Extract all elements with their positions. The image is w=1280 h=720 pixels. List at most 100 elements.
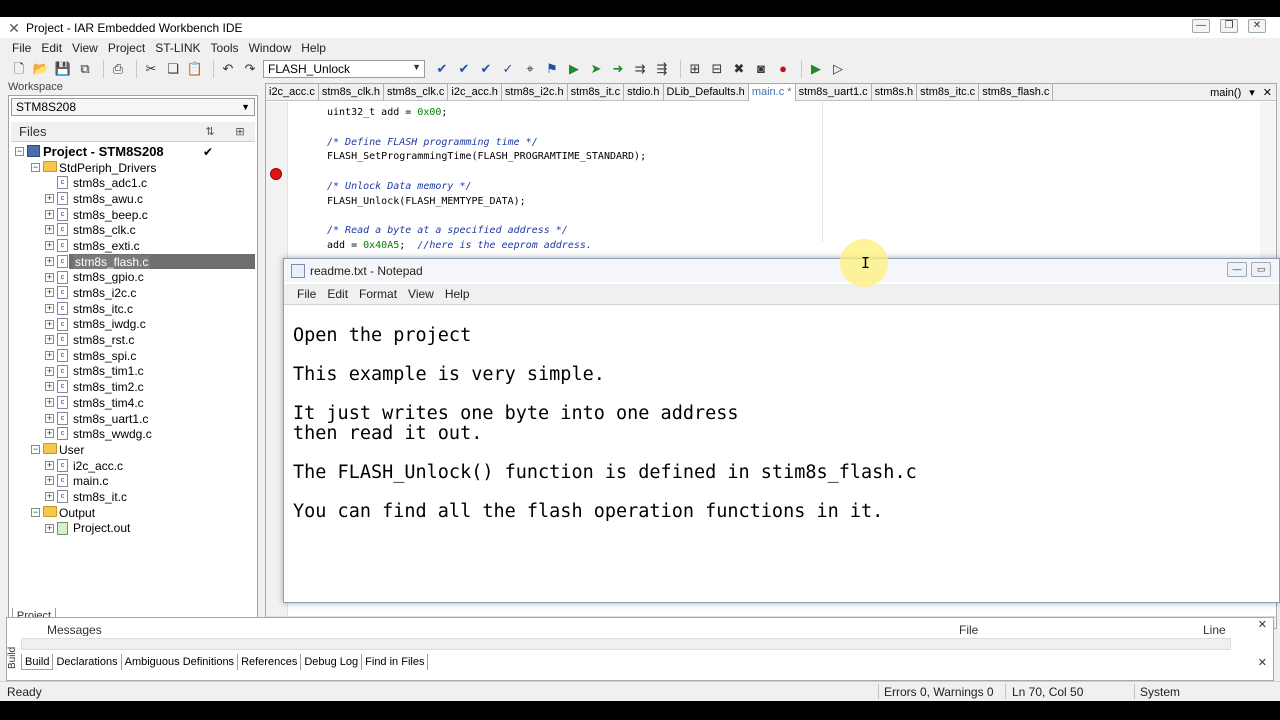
editor-tab[interactable]: stm8s_clk.h xyxy=(319,83,384,101)
expand-icon[interactable]: + xyxy=(45,366,54,376)
tree-file[interactable]: + c i2c_acc.c xyxy=(11,458,255,474)
col-messages[interactable]: Messages xyxy=(47,623,102,636)
expand-icon[interactable]: + xyxy=(45,209,54,219)
editor-tab[interactable]: stm8s_it.c xyxy=(568,83,625,101)
notepad-minimize-button[interactable]: — xyxy=(1227,262,1247,277)
navigate-back-icon[interactable]: ▶ xyxy=(565,60,583,78)
tree-group[interactable]: − User xyxy=(11,442,255,458)
notepad-menu-format[interactable]: Format xyxy=(354,287,403,301)
expand-icon[interactable]: + xyxy=(45,241,54,251)
expand-icon[interactable]: + xyxy=(45,194,54,204)
expand-icon[interactable]: + xyxy=(45,476,54,486)
find-combo[interactable]: FLASH_Unlock ▼ xyxy=(263,60,425,78)
editor-tab[interactable]: stdio.h xyxy=(624,83,664,101)
undo-icon[interactable]: ↶ xyxy=(219,60,237,78)
find-next-icon[interactable]: ✔ xyxy=(433,60,451,78)
print-icon[interactable]: ⎙ xyxy=(109,60,127,78)
tree-file[interactable]: + c stm8s_tim4.c xyxy=(11,395,255,411)
expand-icon[interactable]: + xyxy=(45,350,54,360)
tree-file[interactable]: + c stm8s_awu.c xyxy=(11,191,255,207)
notepad-title-bar[interactable]: readme.txt - Notepad — ▭ xyxy=(284,259,1279,282)
find-previous-icon[interactable]: ✔ xyxy=(455,60,473,78)
tree-file[interactable]: + c stm8s_gpio.c xyxy=(11,270,255,286)
menu-tools[interactable]: Tools xyxy=(207,41,245,55)
save-all-icon[interactable]: ⧉ xyxy=(76,60,94,78)
editor-tab[interactable]: i2c_acc.h xyxy=(448,83,502,101)
editor-tab[interactable]: stm8s_itc.c xyxy=(917,83,980,101)
make-icon[interactable]: ⇶ xyxy=(653,60,671,78)
notepad-menu-help[interactable]: Help xyxy=(440,287,476,301)
editor-vertical-scrollbar[interactable] xyxy=(1260,102,1276,272)
save-icon[interactable]: 💾 xyxy=(54,60,72,78)
tree-file[interactable]: + c stm8s_tim1.c xyxy=(11,364,255,380)
expand-icon[interactable]: + xyxy=(45,382,54,392)
chevron-down-icon[interactable]: ▼ xyxy=(412,62,421,72)
close-button[interactable]: ✕ xyxy=(1248,19,1266,33)
expand-icon[interactable]: + xyxy=(45,303,54,313)
redo-icon[interactable]: ↷ xyxy=(241,60,259,78)
menu-project[interactable]: Project xyxy=(104,41,151,55)
maximize-button[interactable]: ❐ xyxy=(1220,19,1238,33)
menu-st-link[interactable]: ST-LINK xyxy=(151,41,206,55)
chevron-down-icon[interactable]: ▼ xyxy=(241,99,250,115)
tree-file[interactable]: + c stm8s_rst.c xyxy=(11,332,255,348)
tree-file[interactable]: c stm8s_adc1.c xyxy=(11,175,255,191)
expand-icon[interactable]: + xyxy=(45,492,54,502)
tree-file[interactable]: + Project.out xyxy=(11,521,255,537)
goto-icon[interactable]: ⌖ xyxy=(521,60,539,78)
options-icon[interactable]: ⊞ xyxy=(225,125,255,138)
breakpoint-marker[interactable] xyxy=(270,168,282,180)
messages-tab[interactable]: Build xyxy=(21,654,54,670)
expand-icon[interactable]: + xyxy=(45,398,54,407)
new-file-icon[interactable]: 🗋 xyxy=(10,60,28,78)
bookmark-icon[interactable]: ⚑ xyxy=(543,60,561,78)
expand-icon[interactable]: + xyxy=(45,429,54,439)
tree-file[interactable]: + c stm8s_beep.c xyxy=(11,207,255,223)
notepad-maximize-button[interactable]: ▭ xyxy=(1251,262,1271,277)
col-file[interactable]: File xyxy=(959,623,978,636)
editor-tab[interactable]: stm8s_i2c.h xyxy=(502,83,568,101)
editor-tab[interactable]: i2c_acc.c xyxy=(266,83,319,101)
tree-file[interactable]: + c stm8s_itc.c xyxy=(11,301,255,317)
cut-icon[interactable]: ✂ xyxy=(142,60,160,78)
expand-icon[interactable]: + xyxy=(45,413,54,423)
notepad-menu-view[interactable]: View xyxy=(403,287,440,301)
copy-icon[interactable]: ❏ xyxy=(164,60,182,78)
source-code[interactable]: uint32_t add = 0x00; /* Define FLASH pro… xyxy=(327,106,646,254)
find-in-files-icon[interactable]: ✔ xyxy=(477,60,495,78)
close-messages-icon[interactable]: ✕ xyxy=(1258,656,1267,669)
col-line[interactable]: Line xyxy=(1203,623,1226,636)
editor-tab[interactable]: stm8s_uart1.c xyxy=(796,83,872,101)
editor-tab[interactable]: DLib_Defaults.h xyxy=(664,83,749,101)
messages-tab[interactable]: Find in Files xyxy=(362,654,429,670)
expand-icon[interactable]: + xyxy=(45,272,54,282)
tree-file[interactable]: + c stm8s_it.c xyxy=(11,489,255,505)
expand-icon[interactable]: + xyxy=(45,319,54,329)
editor-tab[interactable]: stm8s.h xyxy=(872,83,918,101)
close-tab-icon[interactable]: ✕ xyxy=(1263,86,1272,99)
collapse-icon[interactable]: − xyxy=(31,507,40,517)
notepad-menu-file[interactable]: File xyxy=(292,287,322,301)
stop-build-icon[interactable]: ✖ xyxy=(730,60,748,78)
notepad-menu-edit[interactable]: Edit xyxy=(322,287,354,301)
expand-icon[interactable]: + xyxy=(45,335,54,345)
rebuild-icon[interactable]: ⊞ xyxy=(686,60,704,78)
toggle-breakpoint-icon[interactable]: ◙ xyxy=(752,60,770,78)
tree-project[interactable]: − Project - STM8S208 ✔ xyxy=(11,144,255,160)
editor-tab[interactable]: stm8s_flash.c xyxy=(979,83,1054,101)
minimize-button[interactable]: — xyxy=(1192,19,1210,33)
tree-file[interactable]: + c stm8s_flash.c xyxy=(11,253,255,270)
debug-without-download-icon[interactable]: ▷ xyxy=(829,60,847,78)
chevron-down-icon[interactable]: ▾ xyxy=(1249,86,1255,99)
tree-file[interactable]: + c stm8s_tim2.c xyxy=(11,379,255,395)
collapse-icon[interactable]: − xyxy=(31,445,40,455)
sort-icon[interactable]: ⇅ xyxy=(195,125,225,138)
tree-file[interactable]: + c main.c xyxy=(11,473,255,489)
notepad-text-area[interactable]: Open the project This example is very sim… xyxy=(293,326,917,521)
menu-file[interactable]: File xyxy=(8,41,37,55)
expand-icon[interactable]: + xyxy=(45,256,54,266)
tree-file[interactable]: + c stm8s_clk.c xyxy=(11,222,255,238)
collapse-icon[interactable]: − xyxy=(15,147,24,156)
expand-icon[interactable]: + xyxy=(45,460,54,470)
expand-icon[interactable]: + xyxy=(45,288,54,298)
